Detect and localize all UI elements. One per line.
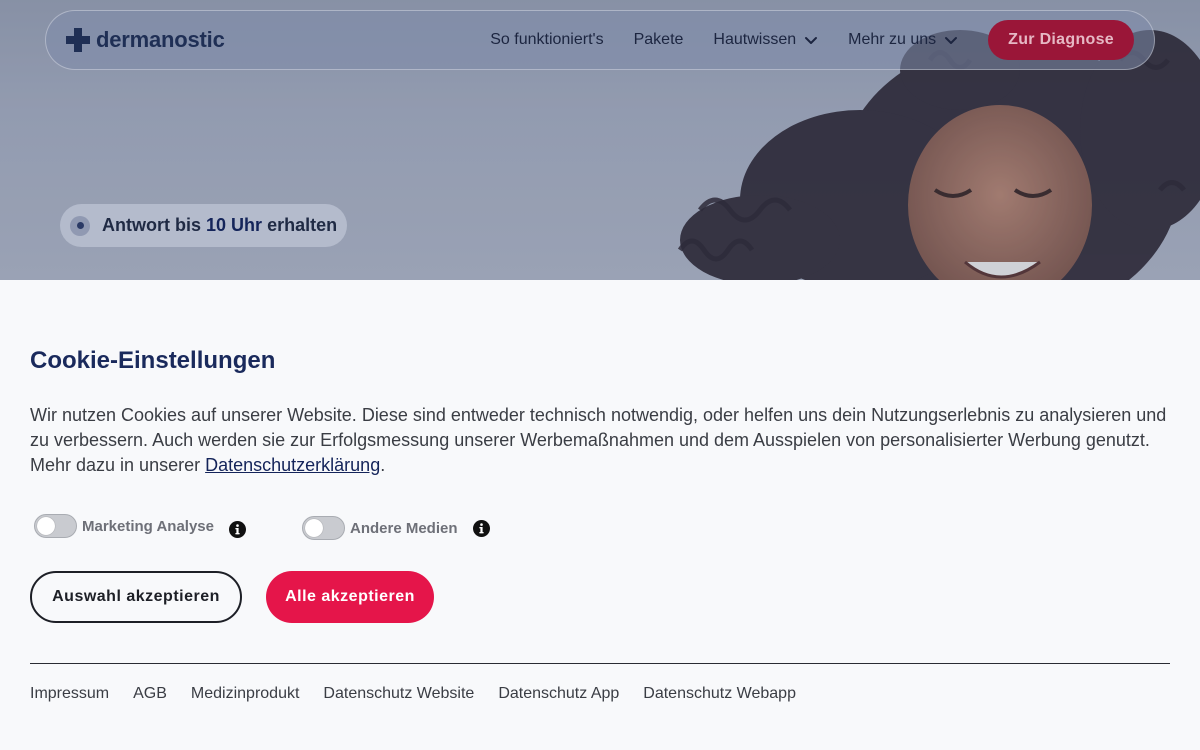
zur-diagnose-button[interactable]: Zur Diagnose [988,20,1134,60]
status-dot-icon [70,215,90,236]
badge-prefix: Antwort bis [102,215,201,235]
footer-link-datenschutz-webapp[interactable]: Datenschutz Webapp [643,685,796,703]
cookie-description-end: . [380,455,386,475]
badge-text: Antwort bis 10 Uhr erhalten [102,215,337,236]
cookie-title: Cookie-Einstellungen [30,347,276,374]
accept-selection-button[interactable]: Auswahl akzeptieren [30,571,242,623]
nav-links: So funktioniert's Pakete Hautwissen Mehr… [490,20,1134,60]
info-icon[interactable] [229,520,246,538]
nav-link-mehr-zu-uns[interactable]: Mehr zu uns [848,31,958,49]
chevron-down-icon [945,37,958,44]
nav-link-label: Pakete [633,31,684,48]
main-navigation: dermanostic So funktioniert's Pakete Hau… [45,10,1155,70]
nav-link-so-funktionierts[interactable]: So funktioniert's [490,31,603,49]
cookie-description: Wir nutzen Cookies auf unserer Website. … [30,403,1175,478]
response-time-badge: Antwort bis 10 Uhr erhalten [60,204,348,247]
logo-cross-icon [66,28,90,52]
badge-highlight: 10 Uhr [206,215,263,235]
footer-link-datenschutz-app[interactable]: Datenschutz App [498,685,619,703]
cookie-banner: Cookie-Einstellungen Wir nutzen Cookies … [0,280,1200,750]
cookie-toggles: Marketing Analyse Andere Medien [34,514,504,540]
info-icon[interactable] [472,519,490,537]
chevron-down-icon [805,37,818,44]
accept-all-button[interactable]: Alle akzeptieren [266,571,434,623]
toggle-label: Marketing Analyse [82,517,214,535]
footer-links: Impressum AGB Medizinprodukt Datenschutz… [30,685,820,703]
footer-link-agb[interactable]: AGB [133,685,167,703]
nav-link-label: Mehr zu uns [848,31,937,48]
logo[interactable]: dermanostic [66,27,225,53]
footer-link-datenschutz-website[interactable]: Datenschutz Website [323,685,474,703]
footer-link-impressum[interactable]: Impressum [30,685,109,703]
footer-divider [30,663,1170,664]
toggle-label: Andere Medien [350,519,458,537]
badge-suffix: erhalten [267,215,338,235]
toggle-andere-medien: Andere Medien [302,516,490,540]
marketing-analyse-switch[interactable] [34,514,77,538]
cookie-description-text: Wir nutzen Cookies auf unserer Website. … [30,405,1167,475]
hero-section: dermanostic So funktioniert's Pakete Hau… [0,0,1200,280]
logo-text: dermanostic [96,27,225,52]
footer-link-medizinprodukt[interactable]: Medizinprodukt [191,685,300,703]
privacy-policy-link[interactable]: Datenschutzerklärung [205,455,380,475]
nav-link-hautwissen[interactable]: Hautwissen [713,31,818,49]
andere-medien-switch[interactable] [302,516,345,540]
toggle-marketing-analyse: Marketing Analyse [34,514,246,538]
nav-link-pakete[interactable]: Pakete [634,31,684,49]
nav-link-label: So funktioniert's [490,31,604,48]
nav-link-label: Hautwissen [713,31,797,48]
